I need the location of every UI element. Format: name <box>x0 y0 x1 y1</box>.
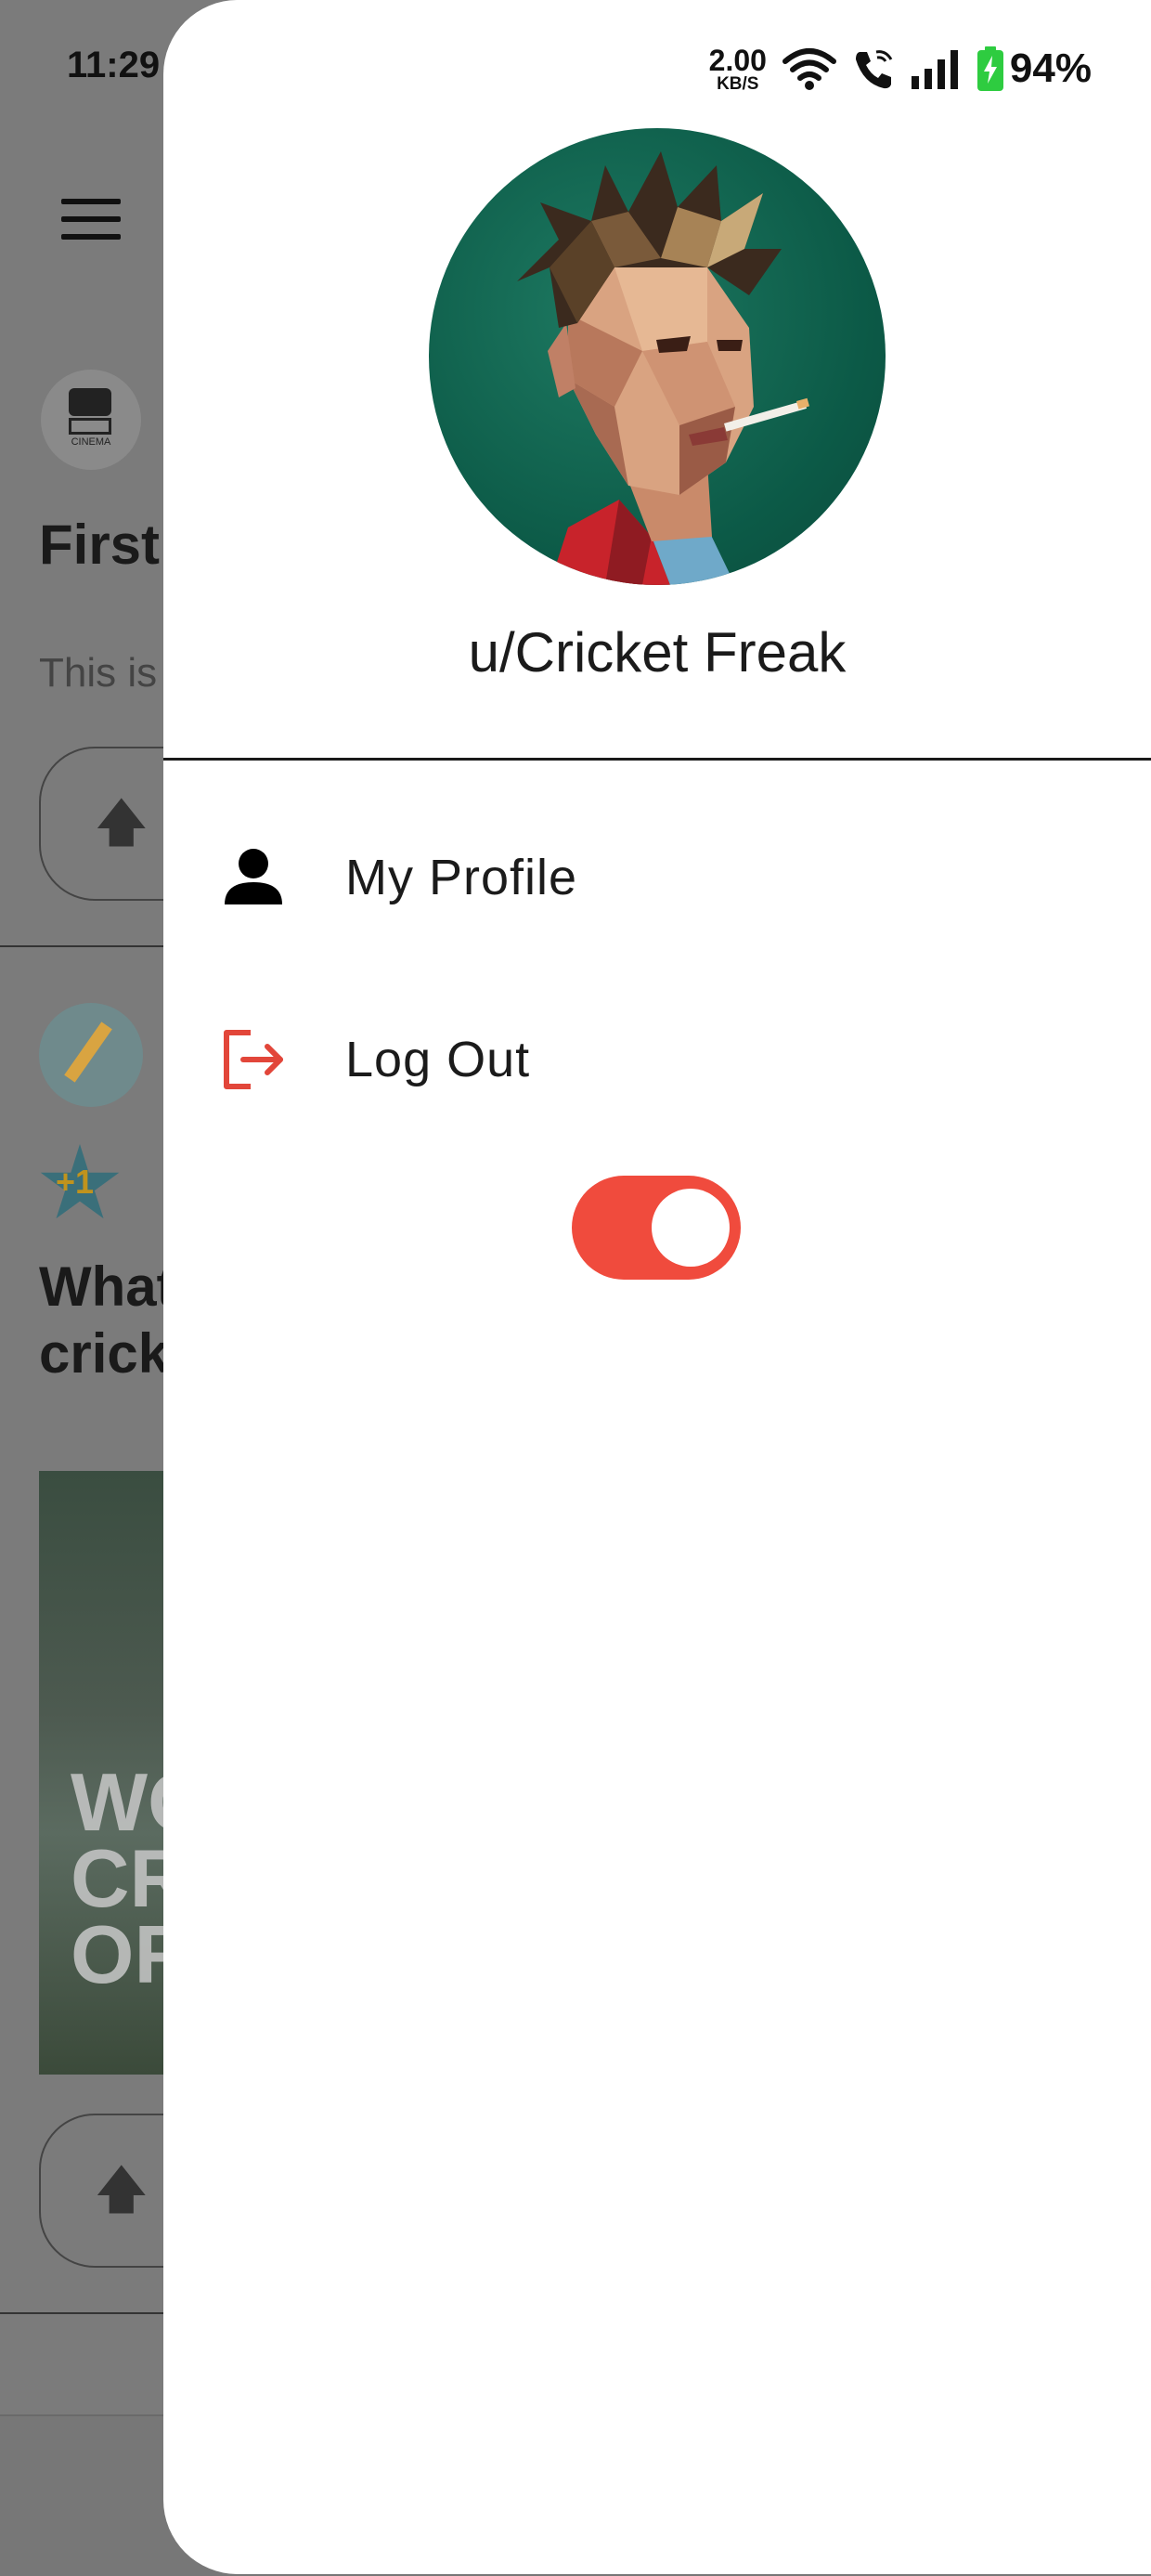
toggle-knob <box>652 1189 730 1267</box>
award-badge-label: +1 <box>56 1163 95 1201</box>
menu-item-my-profile[interactable]: My Profile <box>163 808 1151 947</box>
status-time: 11:29 <box>67 45 161 85</box>
camera-icon <box>69 388 111 416</box>
person-icon <box>225 849 282 904</box>
upvote-icon[interactable]: 🡅 <box>95 797 149 849</box>
wifi-icon <box>782 48 836 90</box>
post-title[interactable]: First <box>39 513 160 577</box>
battery-charging-icon <box>976 46 1003 91</box>
community-avatar[interactable] <box>39 1003 143 1107</box>
menu-item-log-out[interactable]: Log Out <box>163 990 1151 1129</box>
battery-indicator: 94% <box>976 46 1092 92</box>
navigation-drawer: 2.00 KB/S 94% u/Cricket Freak My Profile… <box>163 0 1151 2574</box>
signal-icon <box>911 50 958 89</box>
theme-toggle-switch[interactable] <box>572 1176 741 1280</box>
community-avatar-label: CINEMA <box>71 436 111 448</box>
cricket-bat-icon <box>64 1021 112 1083</box>
avatar-illustration <box>517 151 810 585</box>
network-speed: 2.00 KB/S <box>708 43 767 94</box>
drawer-divider <box>163 758 1151 761</box>
menu-item-label: Log Out <box>345 1032 531 1087</box>
profile-avatar[interactable] <box>429 128 886 585</box>
logout-icon <box>224 1030 283 1089</box>
community-avatar[interactable]: CINEMA <box>41 370 141 470</box>
upvote-icon[interactable]: 🡅 <box>95 2164 149 2216</box>
menu-icon[interactable] <box>61 199 121 240</box>
post-body: This is <box>39 650 158 696</box>
wifi-calling-icon <box>855 50 893 89</box>
post-title[interactable]: What crick <box>39 1254 175 1387</box>
status-bar-icons: 2.00 KB/S 94% <box>709 43 1092 95</box>
menu-item-label: My Profile <box>345 850 578 905</box>
username-label: u/Cricket Freak <box>468 621 847 683</box>
